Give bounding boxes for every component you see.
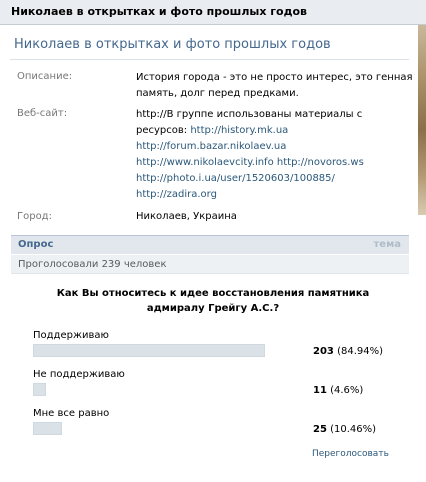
poll-option-bar-fill [33,422,62,435]
website-intro: http://В группе использованы материалы с [136,109,363,120]
window-title: Николаев в открытках и фото прошлых годо… [0,0,426,25]
poll-header: Опрос тема [11,235,409,254]
poll-option-bar-fill [33,383,46,396]
website-value: http://В группе использованы материалы с… [136,107,412,203]
description-value: История города - это не просто интерес, … [136,70,413,102]
city-label: Город: [17,211,52,222]
poll-option-label: Не поддерживаю [33,369,125,380]
group-title: Николаев в открытках и фото прошлых годо… [14,37,331,52]
poll-option-count: 11 [313,385,327,396]
link-history[interactable]: http://history.mk.ua [190,125,288,136]
poll-question-line: Как Вы относитесь к идее восстановления … [56,288,370,299]
poll-option-count: 25 [313,424,327,435]
revote-link[interactable]: Переголосовать [312,449,389,459]
website-label: Веб-сайт: [17,108,68,119]
link-forum[interactable]: http://forum.bazar.nikolaev.ua [136,141,286,152]
title-divider [10,59,409,60]
poll-question: Как Вы относитесь к идее восстановления … [40,286,386,316]
link-photo[interactable]: http://photo.i.ua/user/1520603/100885/ [136,173,335,184]
website-intro-2: ресурсов: [136,125,191,136]
poll-option-count: 203 [313,346,334,357]
description-label: Описание: [17,71,73,82]
poll-topic-link[interactable]: тема [374,239,402,250]
poll-option-label: Поддерживаю [33,330,109,341]
link-novoros[interactable]: http://novoros.ws [277,157,364,168]
poll-title: Опрос [18,239,54,250]
poll-option-bar [33,344,306,357]
poll-question-line: адмиралу Грейгу А.С.? [146,303,280,314]
link-zadira[interactable]: http://zadira.org [136,189,217,200]
poll-option-bar-fill [33,344,265,357]
poll-option-bar [33,383,306,396]
link-nikolaevcity[interactable]: http://www.nikolaevcity.info [136,157,274,168]
poll-option-result: 25 (10.46%) [313,424,376,435]
description-line: История города - это не просто интерес, … [136,72,413,83]
group-photo-edge[interactable] [418,25,426,215]
poll-option-result: 203 (84.94%) [313,346,383,357]
poll-option-percent: (84.94%) [337,346,383,357]
poll-votes-count: Проголосовали 239 человек [11,255,409,274]
description-line: память, долг перед предками. [136,88,299,99]
poll-option-bar [33,422,306,435]
city-value: Николаев, Украина [136,211,237,222]
poll-option-percent: (10.46%) [330,424,377,435]
poll-option-label: Мне все равно [33,408,110,419]
poll-option-result: 11 (4.6%) [313,385,363,396]
poll-option-percent: (4.6%) [330,385,364,396]
